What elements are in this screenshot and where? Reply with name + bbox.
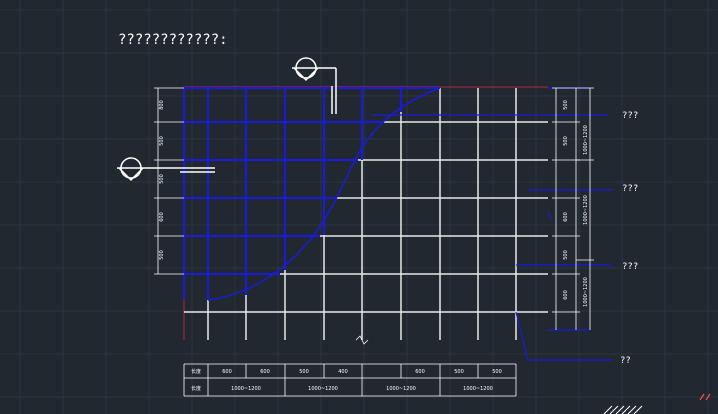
bottom-dim: 1000~1200 [463, 386, 493, 392]
right-dim-label: 1000~1200 [583, 125, 589, 155]
right-dim-label: 1000~1200 [583, 195, 589, 225]
bottom-dim-labels: 长度 600 600 500 400 600 500 500 长度 1000~1… [191, 368, 502, 392]
hatch-mark [603, 405, 643, 414]
bottom-dim: 600 [415, 369, 425, 375]
left-dim-label: 500 [159, 250, 165, 260]
background-grid [0, 0, 718, 414]
right-dim-label: 500 [563, 250, 569, 260]
right-dim-label: 500 [563, 136, 569, 146]
callout-labels: ??? ??? ??? ?? [620, 111, 638, 366]
left-dim-label: 600 [159, 212, 165, 222]
right-dim-label: 1000~1200 [583, 277, 589, 307]
bottom-dim: 400 [338, 369, 348, 375]
left-dim-label: 800 [159, 100, 165, 110]
bottom-dim: 500 [299, 369, 309, 375]
bottom-dim: 1000~1200 [386, 386, 416, 392]
callout-label: ??? [622, 184, 638, 194]
right-dim-label: 600 [563, 212, 569, 222]
callout-label: ??? [622, 262, 638, 272]
bottom-dim: 500 [492, 369, 502, 375]
bottom-dim: 1000~1200 [308, 386, 338, 392]
bottom-dim: 1000~1200 [231, 386, 261, 392]
elevation-marker-top [292, 57, 337, 114]
bottom-dim: 600 [222, 369, 232, 375]
bottom-row2-label: 长度 [191, 385, 201, 392]
bottom-dim: 500 [454, 369, 464, 375]
cad-drawing-canvas[interactable]: ????????????: 800 500 500 600 500 500 50… [0, 0, 718, 414]
bottom-dim: 600 [260, 369, 270, 375]
drawing-title: ????????????: [118, 32, 228, 48]
callout-label: ?? [620, 356, 631, 366]
elevation-marker-left [117, 157, 215, 182]
left-dim-label: 500 [159, 174, 165, 184]
callout-label: ??? [622, 111, 638, 121]
right-dim-label: 600 [563, 290, 569, 300]
left-dim-label: 500 [159, 136, 165, 146]
bottom-row1-label: 长度 [191, 368, 201, 375]
right-dim-label: 500 [563, 100, 569, 110]
